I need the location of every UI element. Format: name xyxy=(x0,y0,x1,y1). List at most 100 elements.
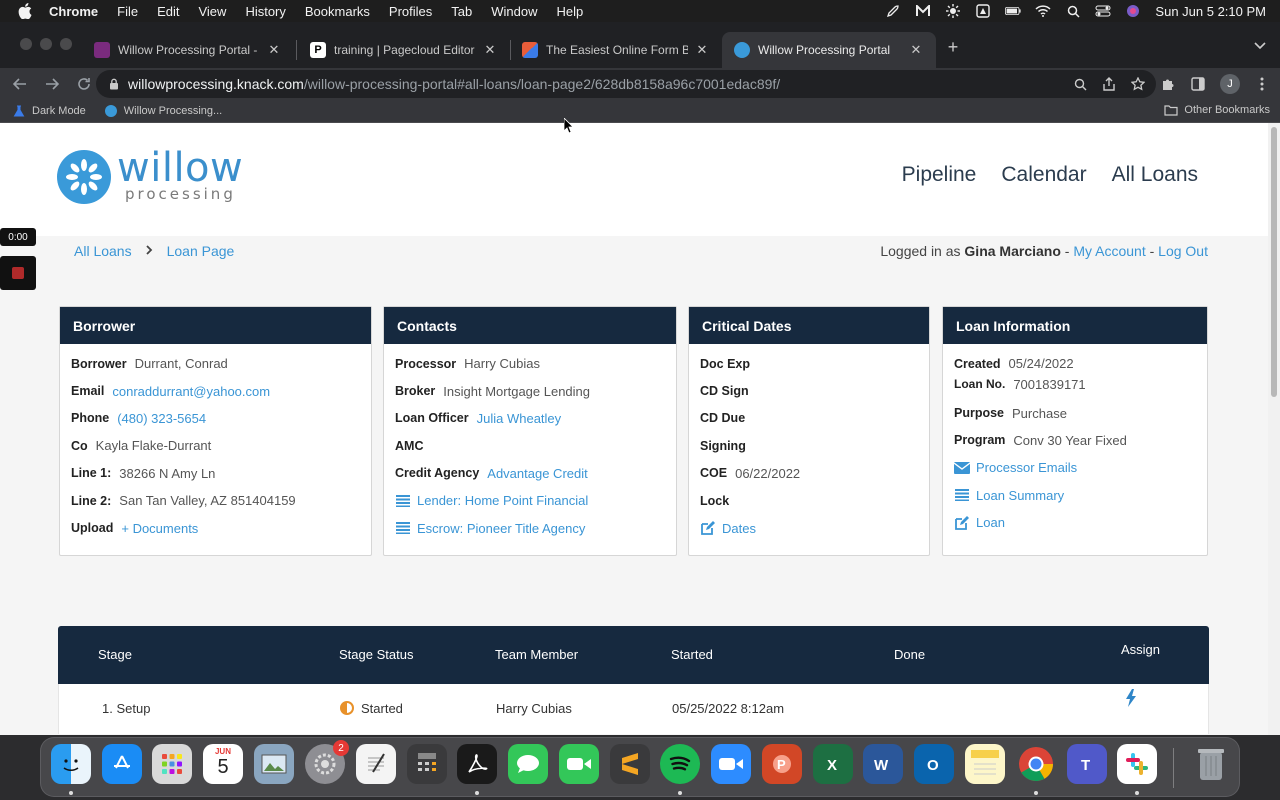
menu-profiles[interactable]: Profiles xyxy=(389,4,432,19)
sun-icon[interactable] xyxy=(945,4,961,18)
escrow-link[interactable]: Escrow: Pioneer Title Agency xyxy=(417,521,585,536)
extensions-puzzle-icon[interactable] xyxy=(1160,76,1176,92)
processor-emails-link[interactable]: Processor Emails xyxy=(976,460,1077,475)
spotify-icon[interactable] xyxy=(660,744,700,784)
column-header-stage[interactable]: Stage xyxy=(98,647,132,662)
zoom-window-button[interactable] xyxy=(60,38,72,50)
menu-view[interactable]: View xyxy=(198,4,226,19)
reload-icon[interactable] xyxy=(76,76,92,92)
slack-icon[interactable] xyxy=(1117,744,1157,784)
bookmark-star-icon[interactable] xyxy=(1130,76,1146,92)
loan-edit-row[interactable]: Loan xyxy=(954,509,1196,536)
zoom-icon[interactable] xyxy=(1072,76,1088,92)
loan-officer-link[interactable]: Julia Wheatley xyxy=(477,411,562,426)
menu-window[interactable]: Window xyxy=(491,4,537,19)
drive-icon[interactable] xyxy=(975,4,991,18)
textedit-icon[interactable] xyxy=(356,744,396,784)
scrollbar-thumb[interactable] xyxy=(1271,127,1277,397)
close-window-button[interactable] xyxy=(20,38,32,50)
log-out-link[interactable]: Log Out xyxy=(1158,243,1208,259)
siri-icon[interactable] xyxy=(1125,4,1141,18)
tab-willow-portal[interactable]: Willow Processing Portal ✕ xyxy=(722,32,936,68)
trash-icon[interactable] xyxy=(1191,744,1231,784)
teams-icon[interactable]: T xyxy=(1067,744,1107,784)
messages-icon[interactable] xyxy=(508,744,548,784)
m-icon[interactable] xyxy=(915,4,931,18)
column-header-stage-status[interactable]: Stage Status xyxy=(339,647,413,662)
menu-help[interactable]: Help xyxy=(557,4,584,19)
nav-calendar[interactable]: Calendar xyxy=(1001,163,1086,187)
acrobat-icon[interactable] xyxy=(457,744,497,784)
notes-icon[interactable] xyxy=(965,744,1005,784)
stop-recording-button[interactable] xyxy=(0,256,36,290)
apple-icon[interactable] xyxy=(17,3,33,19)
menubar-clock[interactable]: Sun Jun 5 2:10 PM xyxy=(1155,4,1266,19)
calculator-icon[interactable] xyxy=(407,744,447,784)
battery-icon[interactable] xyxy=(1005,4,1022,18)
loan-summary-row[interactable]: Loan Summary xyxy=(954,482,1196,509)
launchpad-icon[interactable] xyxy=(152,744,192,784)
app-store-icon[interactable] xyxy=(102,744,142,784)
kebab-menu-icon[interactable] xyxy=(1254,76,1270,92)
loan-summary-link[interactable]: Loan Summary xyxy=(976,488,1064,503)
menu-history[interactable]: History xyxy=(245,4,285,19)
zoom-app-icon[interactable] xyxy=(711,744,751,784)
facetime-icon[interactable] xyxy=(559,744,599,784)
spotlight-search-icon[interactable] xyxy=(1065,4,1081,18)
menu-bookmarks[interactable]: Bookmarks xyxy=(305,4,370,19)
close-tab-icon[interactable]: ✕ xyxy=(694,42,710,58)
word-icon[interactable]: W xyxy=(863,744,903,784)
rocket-icon[interactable] xyxy=(885,4,901,18)
other-bookmarks[interactable]: Other Bookmarks xyxy=(1164,104,1270,116)
sublime-text-icon[interactable] xyxy=(610,744,650,784)
lender-row[interactable]: Lender: Home Point Financial xyxy=(395,487,665,514)
finder-icon[interactable] xyxy=(51,744,91,784)
tab-form-builder[interactable]: The Easiest Online Form Builder ✕ xyxy=(510,32,722,68)
lock-icon[interactable] xyxy=(108,78,120,90)
column-header-team-member[interactable]: Team Member xyxy=(495,647,578,662)
calendar-icon[interactable]: JUN 5 xyxy=(203,744,243,784)
close-tab-icon[interactable]: ✕ xyxy=(908,42,924,58)
email-link[interactable]: conraddurrant@yahoo.com xyxy=(112,384,270,399)
excel-icon[interactable]: X xyxy=(813,744,853,784)
chrome-icon[interactable] xyxy=(1016,744,1056,784)
dates-edit-row[interactable]: Dates xyxy=(700,514,918,541)
powerpoint-icon[interactable]: P xyxy=(762,744,802,784)
breadcrumb-loan-page[interactable]: Loan Page xyxy=(167,243,235,259)
menu-edit[interactable]: Edit xyxy=(157,4,179,19)
my-account-link[interactable]: My Account xyxy=(1073,243,1145,259)
page-scrollbar[interactable] xyxy=(1268,123,1280,735)
tab-knack[interactable]: Willow Processing Portal - Knack ✕ xyxy=(82,32,294,68)
menu-app-name[interactable]: Chrome xyxy=(49,4,98,19)
side-panel-icon[interactable] xyxy=(1190,76,1206,92)
nav-all-loans[interactable]: All Loans xyxy=(1112,163,1198,187)
close-tab-icon[interactable]: ✕ xyxy=(266,42,282,58)
breadcrumb-all-loans[interactable]: All Loans xyxy=(74,243,132,259)
bookmark-willow-processing[interactable]: Willow Processing... xyxy=(104,104,222,118)
tab-pagecloud[interactable]: P training | Pagecloud Editor ✕ xyxy=(298,32,510,68)
minimize-window-button[interactable] xyxy=(40,38,52,50)
preview-icon[interactable] xyxy=(254,744,294,784)
share-icon[interactable] xyxy=(1101,76,1117,92)
outlook-icon[interactable]: O xyxy=(914,744,954,784)
phone-link[interactable]: (480) 323-5654 xyxy=(117,411,206,426)
new-tab-plus-icon[interactable]: + xyxy=(944,37,962,57)
system-preferences-icon[interactable]: 2 xyxy=(305,740,349,784)
forward-arrow-icon[interactable] xyxy=(44,76,60,92)
address-bar[interactable]: willowprocessing.knack.com/willow-proces… xyxy=(96,70,1156,98)
escrow-row[interactable]: Escrow: Pioneer Title Agency xyxy=(395,514,665,541)
willow-logo[interactable]: willow processing xyxy=(57,145,247,205)
nav-pipeline[interactable]: Pipeline xyxy=(902,163,977,187)
column-header-done[interactable]: Done xyxy=(894,647,925,662)
assign-lightning-icon[interactable] xyxy=(1125,689,1137,710)
tab-search-chevron-icon[interactable] xyxy=(1252,38,1268,54)
back-arrow-icon[interactable] xyxy=(12,76,28,92)
edit-loan-link[interactable]: Loan xyxy=(976,515,1005,530)
close-tab-icon[interactable]: ✕ xyxy=(482,42,498,58)
lender-link[interactable]: Lender: Home Point Financial xyxy=(417,493,588,508)
menu-file[interactable]: File xyxy=(117,4,138,19)
credit-agency-link[interactable]: Advantage Credit xyxy=(487,466,587,481)
column-header-started[interactable]: Started xyxy=(671,647,713,662)
wifi-icon[interactable] xyxy=(1035,4,1051,18)
bookmark-dark-mode[interactable]: Dark Mode xyxy=(12,104,86,118)
